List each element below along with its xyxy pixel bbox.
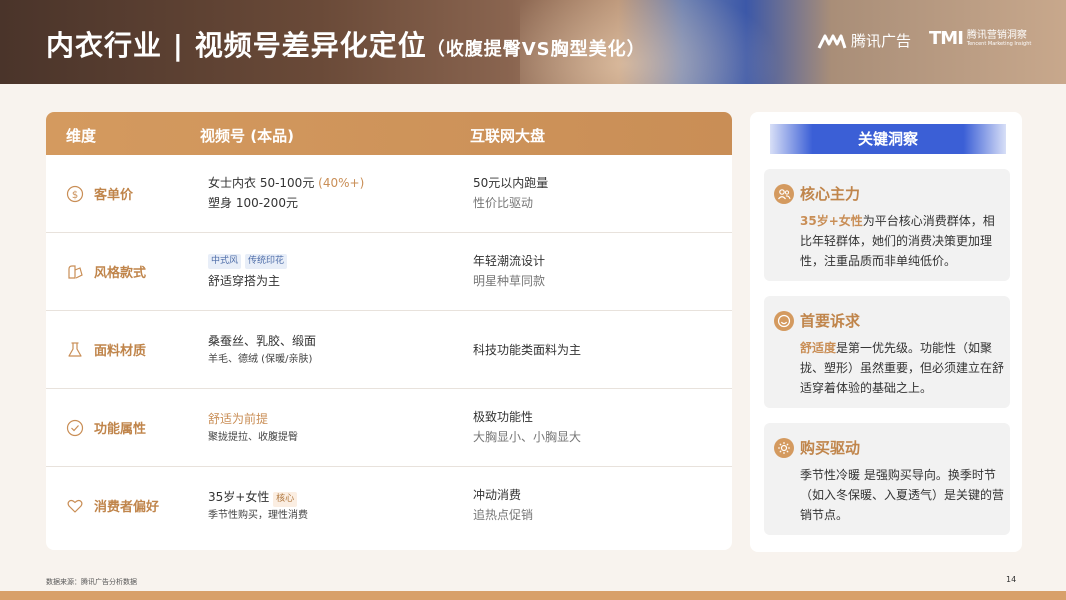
row-dimension-label: 风格款式: [94, 266, 147, 281]
market-line2: 大胸显小、小胸显大: [473, 430, 582, 444]
channels-line1: 桑蚕丝、乳胶、缎面: [208, 334, 317, 348]
tag-core: 核心: [273, 492, 298, 507]
channels-cell: 女士内衣 50-100元 (40%+) 塑身 100-200元: [208, 173, 364, 213]
insight-text: 季节性冷暖 是强购买导向。换季时节（如入冬保暖、入夏透气）是关键的营销节点。: [800, 468, 1005, 522]
page-subtitle: （收腹提臀VS胸型美化）: [426, 39, 646, 60]
market-cell: 年轻潮流设计 明星种草同款: [473, 251, 545, 291]
channels-line1: 女士内衣 50-100元: [208, 176, 315, 190]
smile-icon: [774, 311, 794, 331]
market-line1: 科技功能类面料为主: [473, 343, 582, 357]
tag-chinese-style: 中式风: [208, 254, 242, 269]
page-header: 内衣行业 | 视频号差异化定位（收腹提臀VS胸型美化） 腾讯广告 TMI 腾讯营…: [0, 0, 1066, 84]
channels-line2: 舒适穿搭为主: [208, 274, 281, 288]
channels-highlight: (40%+): [318, 176, 365, 190]
insight-card-title: 首要诉求: [800, 312, 861, 330]
channels-line2: 羊毛、德绒 (保暖/亲肤): [208, 354, 313, 365]
comparison-table: 维度 视频号 (本品) 互联网大盘 $ 客单价 女士内衣 50-100元 (40…: [46, 112, 732, 550]
market-cell: 极致功能性 大胸显小、小胸显大: [473, 407, 581, 447]
insight-card: 首要诉求 舒适度是第一优先级。功能性（如聚拢、塑形）虽然重要，但必须建立在舒适穿…: [764, 296, 1010, 408]
users-icon: [774, 184, 794, 204]
table-row: $ 客单价 女士内衣 50-100元 (40%+) 塑身 100-200元 50…: [46, 155, 732, 233]
table-header: 维度 视频号 (本品) 互联网大盘: [46, 112, 732, 155]
channels-cell: 舒适为前提 聚拢提拉、收腹提臀: [208, 409, 298, 447]
table-row: 功能属性 舒适为前提 聚拢提拉、收腹提臀 极致功能性 大胸显小、小胸显大: [46, 389, 732, 467]
page-title-text: 内衣行业 | 视频号差异化定位: [46, 29, 427, 62]
heart-icon: [67, 499, 83, 513]
table-row: 风格款式 中式风 传统印花 舒适穿搭为主 年轻潮流设计 明星种草同款: [46, 233, 732, 311]
market-line1: 冲动消费: [473, 488, 522, 502]
insight-highlight: 35岁+女性: [800, 214, 863, 228]
channels-line1: 舒适为前提: [208, 412, 269, 426]
channels-line2: 聚拢提拉、收腹提臀: [208, 432, 298, 443]
row-dimension-label: 功能属性: [94, 422, 147, 437]
tmi-logo-mark: TMI: [929, 28, 964, 49]
channels-line1: 35岁+女性: [208, 490, 270, 504]
market-line2: 追热点促销: [473, 508, 534, 522]
insight-highlight: 舒适度: [800, 341, 837, 355]
check-circle-icon: [66, 419, 84, 437]
market-cell: 科技功能类面料为主: [473, 340, 581, 360]
style-icon: [68, 265, 83, 279]
row-dimension-label: 客单价: [94, 188, 134, 203]
table-row: 面料材质 桑蚕丝、乳胶、缎面 羊毛、德绒 (保暖/亲肤) 科技功能类面料为主: [46, 311, 732, 389]
channels-line2: 塑身 100-200元: [208, 196, 298, 210]
channels-line2: 季节性购买，理性消费: [208, 510, 308, 521]
market-line1: 极致功能性: [473, 410, 534, 424]
market-line1: 50元以内跑量: [473, 176, 549, 190]
data-source-note: 数据来源：腾讯广告分析数据: [46, 578, 137, 586]
table-row: 消费者偏好 35岁+女性 核心 季节性购买，理性消费 冲动消费 追热点促销: [46, 467, 732, 545]
channels-cell: 桑蚕丝、乳胶、缎面 羊毛、德绒 (保暖/亲肤): [208, 331, 316, 369]
insight-card-body: 35岁+女性为平台核心消费群体，相比年轻群体，她们的消费决策更加理性，注重品质而…: [800, 211, 1004, 271]
flask-icon: [68, 342, 82, 357]
header-market: 互联网大盘: [470, 127, 546, 145]
page-title: 内衣行业 | 视频号差异化定位（收腹提臀VS胸型美化）: [46, 24, 646, 64]
market-line2: 性价比驱动: [473, 196, 534, 210]
dollar-circle-icon: $: [66, 185, 84, 203]
sun-icon: [774, 438, 794, 458]
market-cell: 50元以内跑量 性价比驱动: [473, 173, 548, 213]
tencent-ads-logo-text: 腾讯广告: [851, 32, 912, 50]
row-dimension-label: 消费者偏好: [94, 500, 160, 515]
insights-panel: 关键洞察 核心主力 35岁+女性为平台核心消费群体，相比年轻群体，她们的消费决策…: [750, 112, 1022, 552]
tencent-ads-logo-icon: [817, 34, 847, 49]
header-dimension: 维度: [66, 127, 97, 145]
header-channels: 视频号 (本品): [200, 127, 294, 145]
tmi-logo-cn: 腾讯营销洞察: [966, 29, 1027, 41]
tmi-logo: TMI 腾讯营销洞察 Tencent Marketing Insight: [929, 28, 1031, 49]
channels-cell: 中式风 传统印花 舒适穿搭为主: [208, 251, 291, 291]
row-dimension-label: 面料材质: [94, 344, 147, 359]
tencent-ads-logo: 腾讯广告: [817, 30, 911, 51]
insight-card-title: 核心主力: [800, 185, 861, 203]
insight-card: 购买驱动 季节性冷暖 是强购买导向。换季时节（如入冬保暖、入夏透气）是关键的营销…: [764, 423, 1010, 535]
tmi-logo-en: Tencent Marketing Insight: [966, 40, 1032, 47]
tag-traditional-print: 传统印花: [245, 254, 288, 269]
svg-text:$: $: [72, 190, 78, 201]
insight-card: 核心主力 35岁+女性为平台核心消费群体，相比年轻群体，她们的消费决策更加理性，…: [764, 169, 1010, 281]
insights-title: 关键洞察: [770, 124, 1006, 154]
market-line1: 年轻潮流设计: [473, 254, 546, 268]
insight-card-body: 季节性冷暖 是强购买导向。换季时节（如入冬保暖、入夏透气）是关键的营销节点。: [800, 465, 1004, 525]
market-line2: 明星种草同款: [473, 274, 546, 288]
market-cell: 冲动消费 追热点促销: [473, 485, 533, 525]
insight-card-title: 购买驱动: [800, 439, 861, 457]
page-number: 14: [1006, 575, 1017, 584]
insight-card-body: 舒适度是第一优先级。功能性（如聚拢、塑形）虽然重要，但必须建立在舒适穿着体验的基…: [800, 338, 1004, 398]
channels-cell: 35岁+女性 核心 季节性购买，理性消费: [208, 487, 308, 525]
bottom-accent-bar: [0, 591, 1066, 600]
